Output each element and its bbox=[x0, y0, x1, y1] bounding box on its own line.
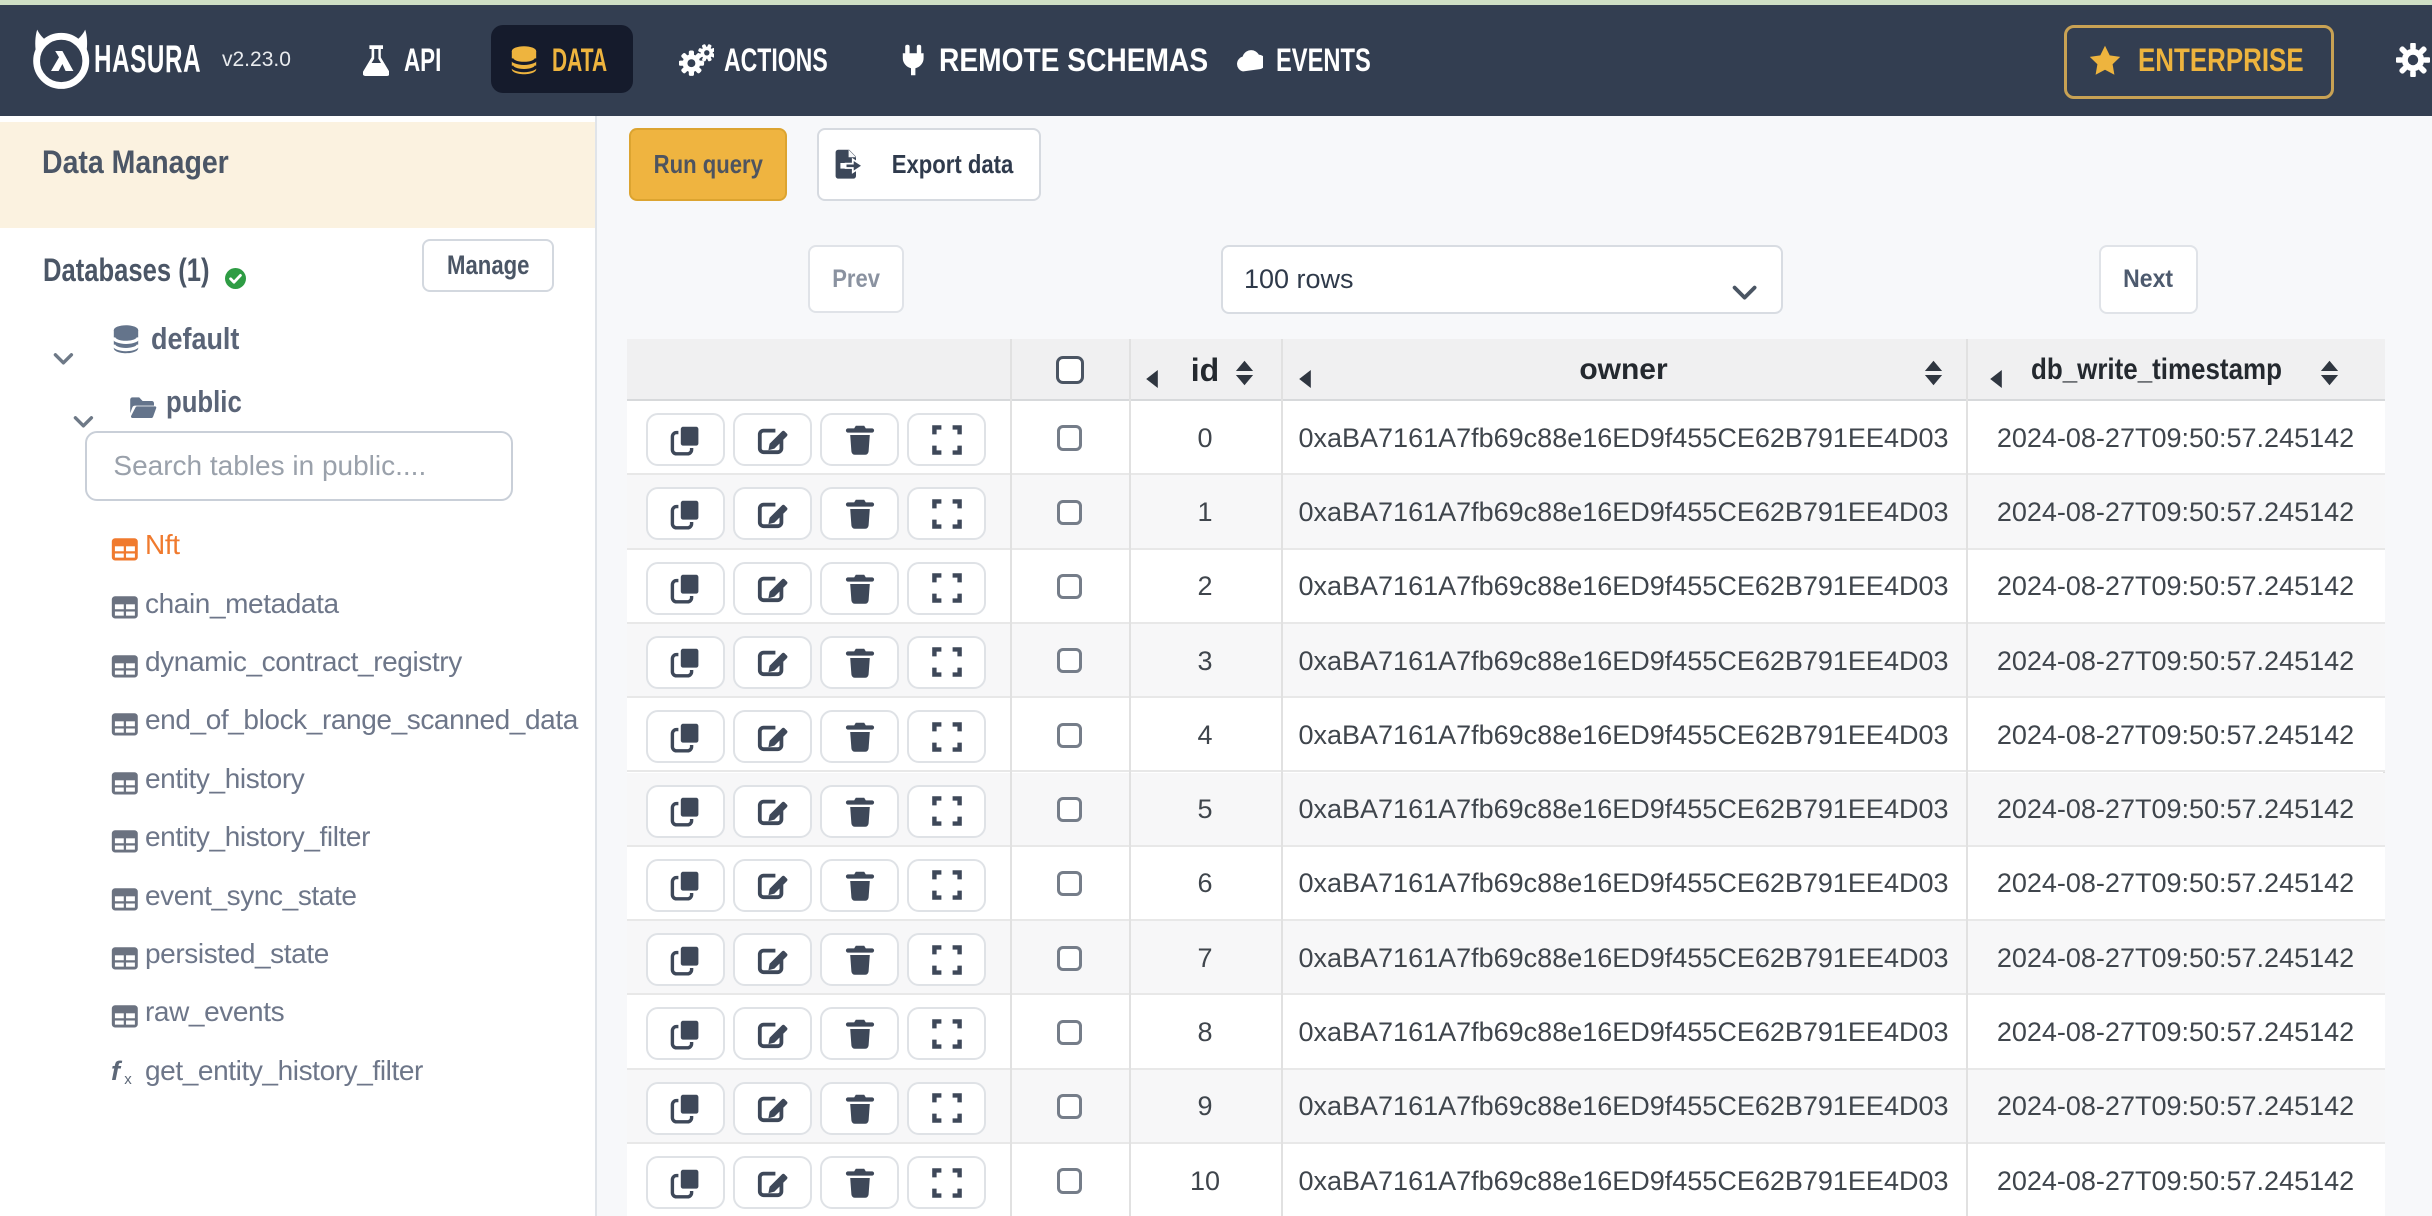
svg-text:f: f bbox=[111, 1059, 123, 1086]
svg-text:x: x bbox=[124, 1071, 132, 1086]
